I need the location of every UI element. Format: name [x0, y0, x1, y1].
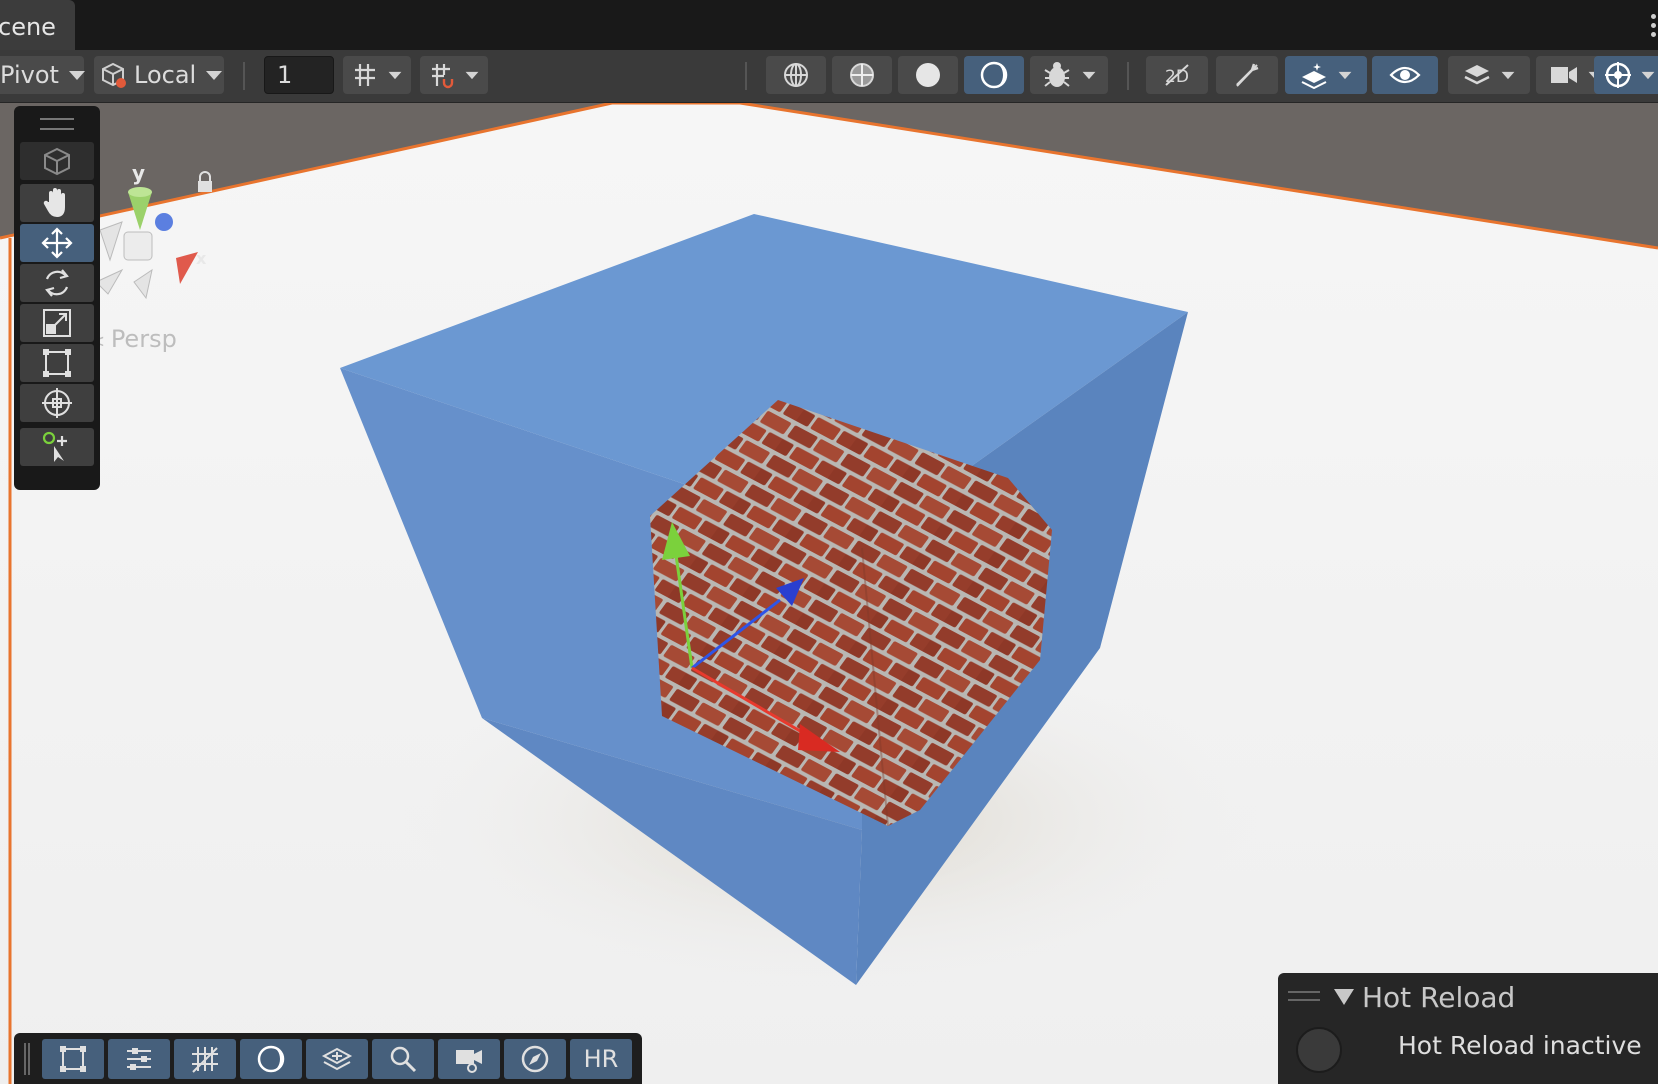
lit-toggle-icon [980, 61, 1008, 89]
grid-snapping-button[interactable] [343, 56, 411, 94]
custom-tool-icon [42, 431, 67, 462]
pivot-label: Pivot [0, 61, 59, 89]
2d-toggle-icon: 2D [1165, 64, 1189, 87]
custom-tool-button[interactable] [20, 428, 94, 466]
tool-settings-button[interactable] [108, 1039, 170, 1079]
effects-button[interactable] [1285, 56, 1367, 94]
rect-icon [60, 1046, 86, 1072]
layers-overlay-button[interactable] [306, 1039, 368, 1079]
overlay-toolbar: HR [14, 1033, 642, 1084]
chevron-down-icon [1338, 71, 1352, 79]
snap-increment-input[interactable]: 1 [264, 56, 334, 94]
shaded-wireframe-icon [850, 63, 874, 87]
grid-icon [192, 1047, 218, 1073]
drag-handle-icon[interactable] [1288, 991, 1320, 1001]
cube-view-icon [44, 147, 70, 176]
transform-tool-button[interactable] [20, 384, 94, 422]
tab-bar: cene [0, 0, 1658, 50]
status-indicator [1296, 1027, 1342, 1073]
local-space-icon [102, 62, 126, 88]
shaded-button[interactable] [898, 56, 958, 94]
rect-transform-icon [43, 349, 71, 377]
persp-text: Persp [110, 325, 177, 353]
rect-tool-button[interactable] [20, 344, 94, 382]
pivot-dropdown[interactable]: Pivot [0, 56, 85, 94]
chevron-down-icon [1082, 71, 1096, 79]
move-tool-button[interactable] [20, 224, 94, 262]
camera-overlay-button[interactable] [438, 1039, 500, 1079]
collapse-triangle-icon[interactable] [1334, 989, 1354, 1005]
effects-icon [1301, 63, 1327, 89]
wireframe-shading-icon [784, 63, 808, 87]
debug-draw-mode-button[interactable] [1030, 56, 1108, 94]
transform-icon [42, 388, 72, 418]
compass-overlay-button[interactable] [504, 1039, 566, 1079]
chevron-down-icon [68, 70, 85, 80]
scene-visibility-button[interactable] [1372, 56, 1438, 94]
chevron-down-icon [1641, 71, 1655, 79]
gizmos-icon [1605, 62, 1631, 88]
lighting-toggle-button[interactable] [1216, 56, 1278, 94]
increment-snap-icon [432, 64, 454, 89]
layers-icon [1464, 65, 1490, 85]
layers-button[interactable] [1448, 56, 1530, 94]
lighting-toggle-icon [1236, 63, 1259, 87]
grid-overlay-button[interactable] [174, 1039, 236, 1079]
camera-icon [1551, 67, 1577, 83]
visibility-icon [1389, 66, 1421, 84]
gizmo-x-label: x [196, 249, 207, 268]
space-label: Local [134, 61, 197, 89]
rotate-icon [45, 269, 69, 297]
gizmo-y-label: y [132, 161, 146, 185]
scene-tab[interactable]: cene [0, 0, 75, 50]
wireframe-shading-button[interactable] [766, 56, 826, 94]
scene-toolbar: Pivot Local 1 2D [0, 50, 1658, 103]
hot-reload-title: Hot Reload [1362, 981, 1516, 1014]
layers-icon [321, 1047, 353, 1071]
gizmos-button[interactable] [1594, 56, 1658, 94]
shaded-wireframe-button[interactable] [832, 56, 892, 94]
camera-overlay-icon [456, 1050, 482, 1073]
toolbar-separator [745, 62, 747, 90]
search-icon [390, 1046, 417, 1073]
space-dropdown[interactable]: Local [94, 56, 224, 94]
shaded-icon [916, 63, 940, 87]
grid-snapping-icon [355, 64, 375, 86]
move-arrows-icon [41, 227, 73, 259]
hot-reload-overlay-button[interactable]: HR [570, 1039, 632, 1079]
scene-render [0, 103, 1658, 1084]
toolbar-separator [243, 62, 245, 90]
chevron-down-icon [388, 71, 402, 79]
rect-overlay-button[interactable] [42, 1039, 104, 1079]
rotate-tool-button[interactable] [20, 264, 94, 302]
view-tool-button[interactable] [20, 142, 94, 180]
hand-tool-button[interactable] [20, 184, 94, 222]
chevron-down-icon [1501, 71, 1515, 79]
hot-reload-panel: Hot Reload Hot Reload inactive [1278, 973, 1658, 1084]
projection-label[interactable]: < Persp [90, 325, 177, 353]
2d-toggle-button[interactable]: 2D [1146, 56, 1208, 94]
lit-toggle-button[interactable] [964, 56, 1024, 94]
hot-reload-status: Hot Reload inactive [1398, 1031, 1642, 1060]
chevron-down-icon [206, 70, 223, 80]
hand-icon [43, 188, 65, 217]
shading-icon [257, 1045, 285, 1073]
scale-icon [43, 309, 71, 337]
drag-handle-icon[interactable] [40, 118, 74, 130]
more-menu-icon[interactable] [1648, 14, 1658, 44]
scale-tool-button[interactable] [20, 304, 94, 342]
search-overlay-button[interactable] [372, 1039, 434, 1079]
compass-icon [521, 1045, 549, 1073]
scene-viewport[interactable]: y x < Persp [0, 103, 1658, 1084]
settings-icon [127, 1048, 151, 1070]
shading-overlay-button[interactable] [240, 1039, 302, 1079]
increment-snap-button[interactable] [420, 56, 488, 94]
chevron-down-icon [465, 71, 479, 79]
drag-handle-icon[interactable] [24, 1043, 30, 1075]
tools-palette [14, 106, 100, 490]
toolbar-separator [1127, 62, 1129, 90]
debug-draw-mode-icon [1044, 62, 1070, 87]
